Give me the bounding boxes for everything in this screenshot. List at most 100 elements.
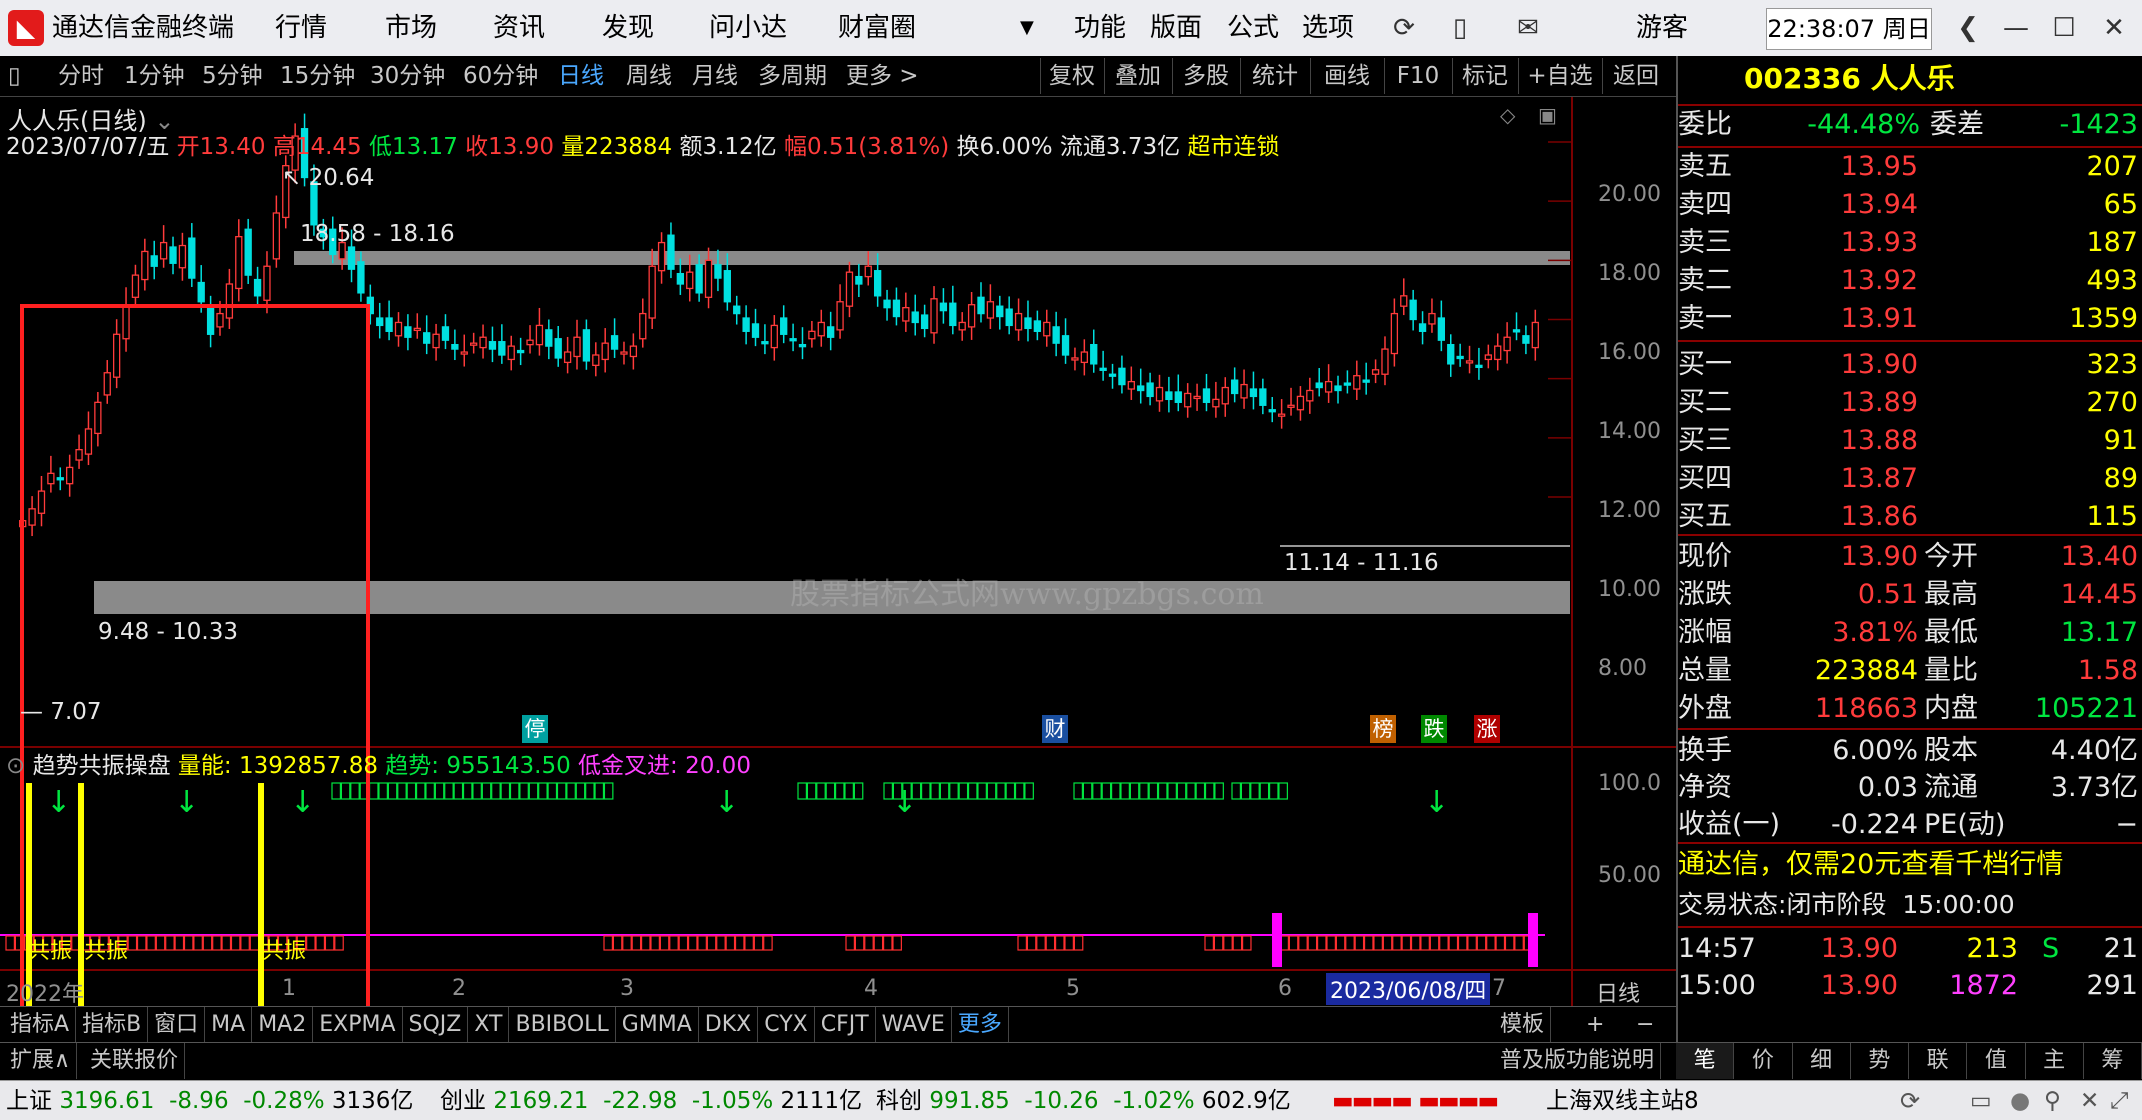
index-kc[interactable]: 科创 991.85 -10.26 -1.02% 602.9亿 bbox=[876, 1081, 1291, 1120]
event-marker-ting[interactable]: 停 bbox=[522, 715, 548, 743]
btn-fanhui[interactable]: 返回 bbox=[1602, 58, 1669, 94]
bid-price[interactable]: 13.89 bbox=[1798, 384, 1918, 421]
ask-price[interactable]: 13.93 bbox=[1798, 224, 1918, 261]
menu-zixun[interactable]: 资讯 bbox=[493, 0, 545, 56]
quote-subtab[interactable]: 笔 bbox=[1676, 1043, 1735, 1079]
period-daily[interactable]: 日线 bbox=[558, 56, 604, 96]
period-30min[interactable]: 30分钟 bbox=[370, 56, 445, 96]
period-multi[interactable]: 多周期 bbox=[758, 56, 827, 96]
btn-huaxian[interactable]: 画线 bbox=[1310, 58, 1383, 94]
maximize-icon[interactable]: ☐ bbox=[2046, 10, 2082, 46]
index-cy[interactable]: 创业 2169.21 -22.98 -1.05% 2111亿 bbox=[440, 1081, 862, 1120]
quote-subtab[interactable]: 联 bbox=[1909, 1043, 1968, 1079]
btn-template[interactable]: 模板 bbox=[1494, 1007, 1552, 1043]
indicator-tab[interactable]: SQJZ bbox=[403, 1007, 469, 1043]
panel-toggle-icon[interactable]: ▯ bbox=[8, 56, 34, 96]
menu-gongshi[interactable]: 公式 bbox=[1227, 0, 1279, 56]
indicator-tab[interactable]: MA bbox=[205, 1007, 253, 1043]
indicator-tab[interactable]: CYX bbox=[758, 1007, 815, 1043]
period-15min[interactable]: 15分钟 bbox=[280, 56, 355, 96]
indicator-tab[interactable]: MA2 bbox=[252, 1007, 314, 1043]
bid-price[interactable]: 13.88 bbox=[1798, 422, 1918, 459]
menu-gongneng[interactable]: 功能 bbox=[1074, 0, 1126, 56]
quote-subtab[interactable]: 主 bbox=[2026, 1043, 2084, 1079]
period-weekly[interactable]: 周线 bbox=[626, 56, 672, 96]
bid-price[interactable]: 13.90 bbox=[1798, 346, 1918, 383]
settings-icon[interactable]: ✕ bbox=[2080, 1081, 2099, 1120]
chart-area[interactable]: ↓ ↓ ↓ ↓ ↓ ↓ 人人乐(日线) ⌄ ◇ ▣ 2023/07/07/五 开13.40… bbox=[0, 97, 1676, 1010]
quote-subtab[interactable]: 价 bbox=[1734, 1043, 1793, 1079]
period-60min[interactable]: 60分钟 bbox=[463, 56, 538, 96]
ask-price[interactable]: 13.91 bbox=[1798, 300, 1918, 337]
menu-dropdown-icon[interactable]: ▼ bbox=[1020, 0, 1034, 56]
indicator-tab[interactable]: XT bbox=[468, 1007, 510, 1043]
period-5min[interactable]: 5分钟 bbox=[202, 56, 263, 96]
period-1min[interactable]: 1分钟 bbox=[124, 56, 185, 96]
btn-duogu[interactable]: 多股 bbox=[1172, 58, 1239, 94]
menu-banmian[interactable]: 版面 bbox=[1150, 0, 1202, 56]
indicator-tab[interactable]: 窗口 bbox=[148, 1007, 206, 1043]
indicator-tab[interactable]: 指标A bbox=[4, 1007, 77, 1043]
menu-caifuquan[interactable]: 财富圈 bbox=[838, 0, 916, 56]
btn-add-watchlist[interactable]: +自选 bbox=[1518, 58, 1601, 94]
event-marker-zhang[interactable]: 涨 bbox=[1474, 715, 1500, 743]
ask-price[interactable]: 13.94 bbox=[1798, 186, 1918, 223]
back-icon[interactable]: ❮ bbox=[1950, 10, 1986, 46]
quote-subtab[interactable]: 细 bbox=[1793, 1043, 1851, 1079]
quote-subtab[interactable]: 势 bbox=[1851, 1043, 1909, 1079]
menu-xuanxiang[interactable]: 选项 bbox=[1302, 0, 1354, 56]
user-label[interactable]: 游客 bbox=[1636, 0, 1688, 56]
btn-add-pane[interactable]: + bbox=[1580, 1007, 1610, 1043]
menu-shichang[interactable]: 市场 bbox=[385, 0, 437, 56]
ask-price[interactable]: 13.95 bbox=[1798, 148, 1918, 185]
server-label[interactable]: 上海双线主站8 bbox=[1546, 1081, 1699, 1120]
indicator-tab[interactable]: EXPMA bbox=[313, 1007, 403, 1043]
ask-price[interactable]: 13.92 bbox=[1798, 262, 1918, 299]
indicator-tab[interactable]: 指标B bbox=[76, 1007, 149, 1043]
bid-price[interactable]: 13.87 bbox=[1798, 460, 1918, 497]
expand-icon[interactable]: ⤢ bbox=[2110, 1081, 2128, 1120]
btn-diejia[interactable]: 叠加 bbox=[1104, 58, 1171, 94]
indicator-tab[interactable]: GMMA bbox=[616, 1007, 699, 1043]
indicator-tab[interactable]: CFJT bbox=[815, 1007, 876, 1043]
period-more[interactable]: 更多 > bbox=[846, 56, 919, 96]
indicator-tab[interactable]: BBIBOLL bbox=[509, 1007, 616, 1043]
link-help[interactable]: 普及版功能说明 bbox=[1494, 1043, 1662, 1079]
bid-price[interactable]: 13.86 bbox=[1798, 498, 1918, 535]
diamond-icon[interactable]: ◇ bbox=[1500, 103, 1515, 127]
market-breadth-icon[interactable]: ▬▬▬▬ ▬▬▬▬ bbox=[1332, 1081, 1532, 1120]
btn-expand[interactable]: 扩展∧ bbox=[4, 1043, 78, 1079]
indicator-tab[interactable]: 更多 bbox=[952, 1007, 1009, 1043]
period-monthly[interactable]: 月线 bbox=[692, 56, 738, 96]
btn-f10[interactable]: F10 bbox=[1384, 58, 1451, 94]
index-sh[interactable]: 上证 3196.61 -8.96 -0.28% 3136亿 bbox=[6, 1081, 413, 1120]
btn-fuquan[interactable]: 复权 bbox=[1040, 58, 1103, 94]
btn-biaoji[interactable]: 标记 bbox=[1452, 58, 1517, 94]
indicator-tab[interactable]: DKX bbox=[699, 1007, 759, 1043]
event-marker-cai[interactable]: 财 bbox=[1042, 715, 1068, 743]
battery-icon[interactable]: ▭ bbox=[1970, 1081, 1992, 1120]
search-icon[interactable]: ⚲ bbox=[2044, 1081, 2061, 1120]
minimize-icon[interactable]: — bbox=[1998, 10, 2034, 46]
promo-link[interactable]: 通达信，仅需20元查看千档行情 bbox=[1678, 846, 2063, 883]
quote-subtab[interactable]: 值 bbox=[1967, 1043, 2026, 1079]
event-marker-die[interactable]: 跌 bbox=[1421, 715, 1447, 743]
btn-tongji[interactable]: 统计 bbox=[1240, 58, 1309, 94]
menu-faxian[interactable]: 发现 bbox=[602, 0, 654, 56]
refresh-icon[interactable]: ⟳ bbox=[1386, 10, 1422, 46]
window-icon[interactable]: ▣ bbox=[1538, 103, 1557, 127]
menu-wenxiaoda[interactable]: 问小达 bbox=[709, 0, 787, 56]
period-fenshi[interactable]: 分时 bbox=[58, 56, 104, 96]
event-marker-bang[interactable]: 榜 bbox=[1370, 715, 1396, 743]
sync-icon[interactable]: ⟳ bbox=[1900, 1081, 1920, 1120]
ask-volume: 65 bbox=[2103, 189, 2138, 220]
btn-remove-pane[interactable]: − bbox=[1630, 1007, 1660, 1043]
menu-hangqing[interactable]: 行情 bbox=[275, 0, 327, 56]
indicator-tab[interactable]: WAVE bbox=[876, 1007, 952, 1043]
btn-related-quote[interactable]: 关联报价 bbox=[84, 1043, 186, 1079]
mail-icon[interactable]: ✉ bbox=[1510, 10, 1546, 46]
phone-icon[interactable]: ▯ bbox=[1442, 10, 1478, 46]
indicator-name[interactable]: 趋势共振操盘 bbox=[33, 753, 171, 779]
close-icon[interactable]: ✕ bbox=[2096, 10, 2132, 46]
quote-subtab[interactable]: 筹 bbox=[2084, 1043, 2142, 1079]
